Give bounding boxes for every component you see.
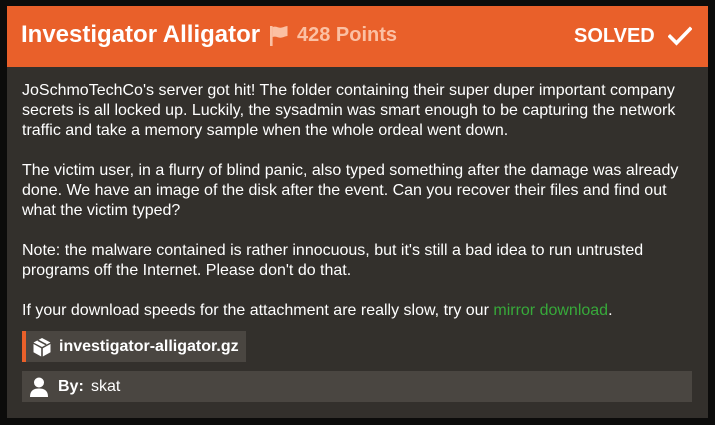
- solved-status: SOLVED: [574, 25, 655, 47]
- points-label: 428 Points: [297, 24, 398, 46]
- challenge-card: Investigator Alligator 428 Points SOLVED…: [7, 6, 708, 418]
- mirror-download-link[interactable]: mirror download: [493, 302, 608, 319]
- package-icon: [33, 338, 51, 357]
- challenge-title: Investigator Alligator: [21, 21, 261, 48]
- challenge-description: JoSchmoTechCo's server got hit! The fold…: [22, 81, 697, 341]
- author-name: skat: [91, 378, 121, 395]
- author-bar: By: skat: [22, 371, 692, 402]
- mirror-text-after: .: [608, 302, 613, 319]
- description-paragraph: If your download speeds for the attachme…: [22, 301, 697, 321]
- author-label: By:: [58, 378, 84, 395]
- description-paragraph: Note: the malware contained is rather in…: [22, 242, 644, 279]
- description-paragraph: JoSchmoTechCo's server got hit! The fold…: [22, 82, 676, 139]
- attachment-filename[interactable]: investigator-alligator.gz: [59, 338, 239, 356]
- challenge-header[interactable]: Investigator Alligator 428 Points SOLVED: [7, 6, 708, 67]
- mirror-text-before: If your download speeds for the attachme…: [22, 302, 494, 319]
- checkmark-icon: [668, 26, 692, 46]
- description-paragraph: The victim user, in a flurry of blind pa…: [22, 162, 679, 219]
- user-icon: [30, 377, 48, 397]
- attachment-download[interactable]: investigator-alligator.gz: [22, 331, 246, 362]
- flag-icon: [270, 26, 288, 46]
